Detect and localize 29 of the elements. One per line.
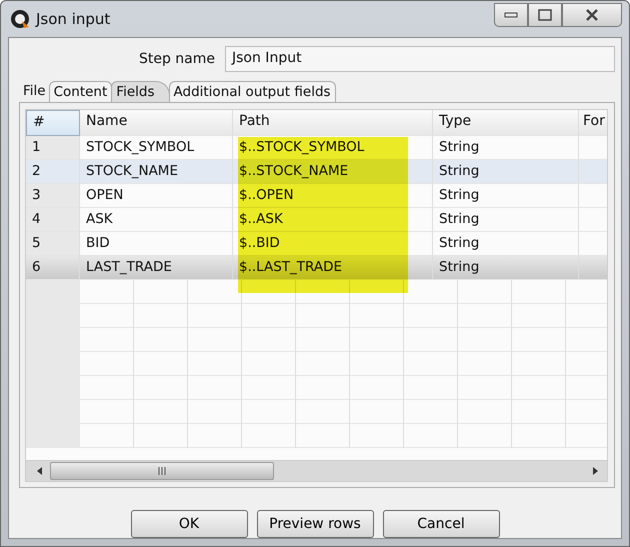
minimize-button[interactable] <box>494 3 528 27</box>
minimize-icon <box>504 12 518 18</box>
column-header[interactable]: Type <box>433 110 579 136</box>
table-cell: String <box>433 256 579 280</box>
window-title: Json input <box>36 10 110 28</box>
maximize-button[interactable] <box>528 3 562 27</box>
close-icon <box>585 8 599 22</box>
dialog-button[interactable]: Preview rows <box>256 510 374 538</box>
row-number: 6 <box>26 256 80 280</box>
step-name-label: Step name <box>138 50 215 67</box>
close-button[interactable] <box>562 3 622 27</box>
row-number: 4 <box>26 208 80 232</box>
row-number: 3 <box>26 184 80 208</box>
scrollbar-thumb[interactable] <box>50 462 274 480</box>
tab[interactable]: Fields <box>111 80 170 102</box>
column-header[interactable]: Name <box>80 110 233 136</box>
row-number: 1 <box>26 136 80 160</box>
row-number: 5 <box>26 232 80 256</box>
table-cell: LAST_TRADE <box>80 256 233 280</box>
step-name-field[interactable]: Json Input <box>225 46 615 72</box>
tab[interactable]: Content <box>48 80 112 102</box>
dialog-button[interactable]: Cancel <box>382 510 500 538</box>
tab[interactable]: Additional output fields <box>168 80 336 102</box>
maximize-icon <box>538 9 552 21</box>
column-header[interactable]: # <box>26 110 80 136</box>
column-header[interactable]: Path <box>233 110 433 136</box>
tab[interactable]: File <box>19 80 50 102</box>
dialog-button[interactable]: OK <box>130 510 248 538</box>
app-logo-icon <box>10 9 30 29</box>
